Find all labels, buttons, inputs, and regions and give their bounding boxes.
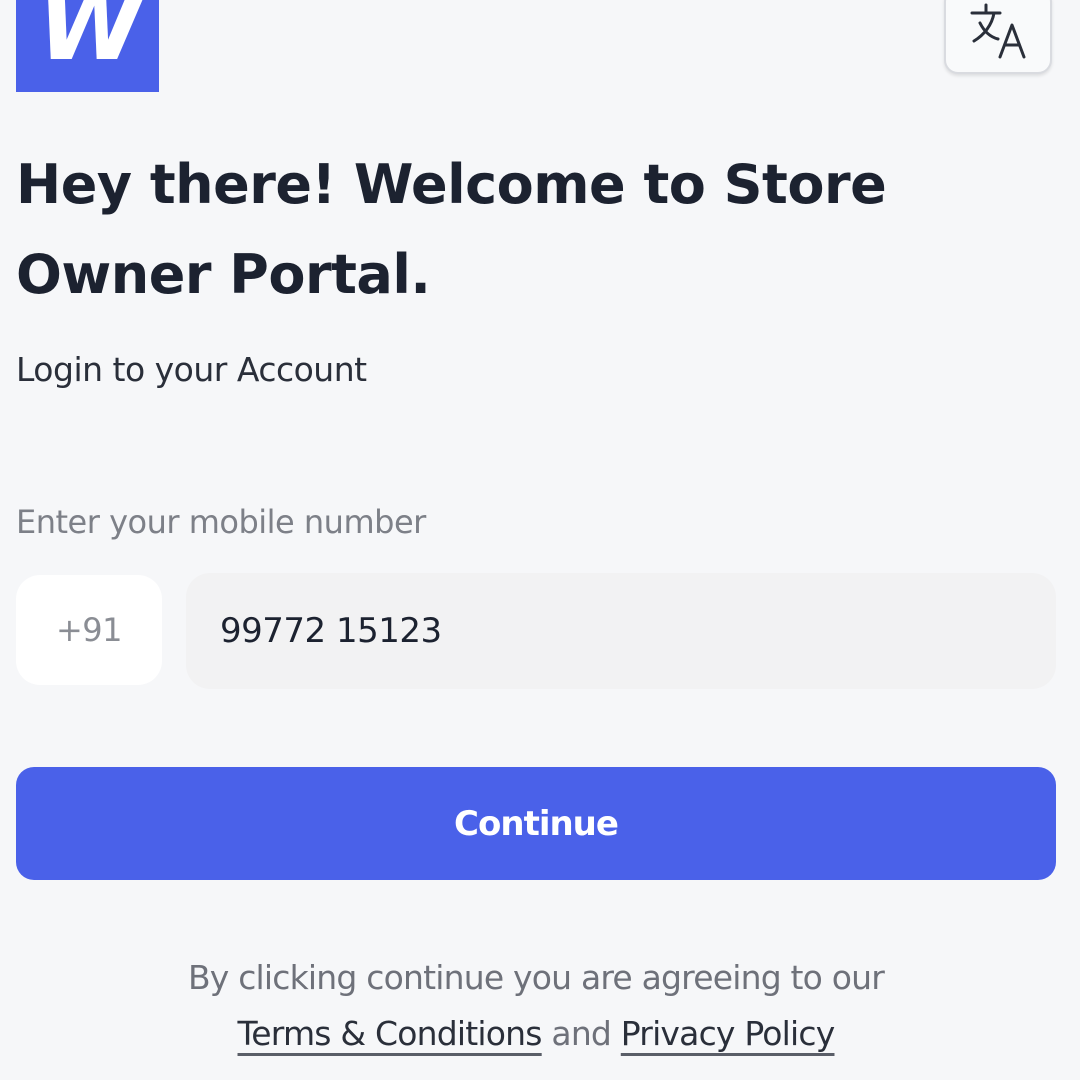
legal-conjunction: and <box>551 1014 612 1053</box>
legal-prefix: By clicking continue you are agreeing to… <box>187 958 885 997</box>
language-button[interactable] <box>944 0 1052 74</box>
legal-notice: By clicking continue you are agreeing to… <box>16 950 1056 1062</box>
translate-icon <box>970 3 1026 59</box>
brand-logo: W <box>16 0 159 92</box>
country-code-selector[interactable]: +91 <box>16 575 162 685</box>
privacy-link[interactable]: Privacy Policy <box>621 1014 836 1053</box>
page-subtitle: Login to your Account <box>16 350 367 389</box>
mobile-number-input[interactable] <box>186 573 1056 689</box>
terms-link[interactable]: Terms & Conditions <box>238 1014 543 1053</box>
page-title: Hey there! Welcome to Store Owner Portal… <box>16 153 887 306</box>
mobile-number-label: Enter your mobile number <box>16 503 426 541</box>
logo-mark: W <box>37 0 144 82</box>
continue-button[interactable]: Continue <box>16 767 1056 880</box>
